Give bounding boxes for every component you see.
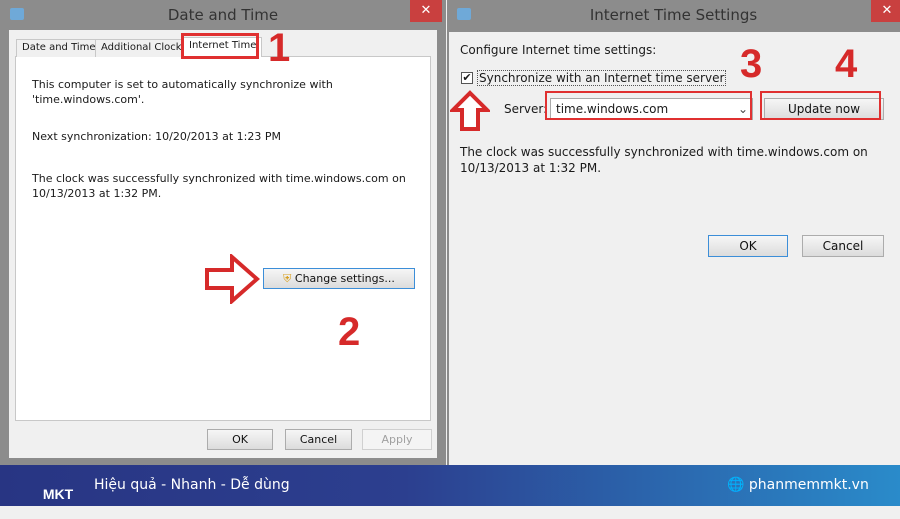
configure-label: Configure Internet time settings: (460, 43, 657, 57)
auto-sync-text: This computer is set to automatically sy… (32, 78, 333, 106)
close-button[interactable]: ✕ (410, 0, 442, 22)
window-title: Date and Time (167, 6, 279, 24)
window-title: Internet Time Settings (589, 6, 758, 24)
ok-button[interactable]: OK (708, 235, 788, 257)
arrow-right-icon (205, 254, 260, 304)
tab-additional-clocks[interactable]: Additional Clocks (95, 39, 193, 57)
step-4-label: 4 (835, 42, 858, 86)
sync-checkbox-label[interactable]: Synchronize with an Internet time server (477, 70, 727, 86)
step-2-label: 2 (338, 310, 361, 354)
mkt-logo: MKT (42, 486, 74, 502)
sync-checkbox[interactable]: ✔ (461, 72, 473, 84)
highlight-internet-time-tab (181, 33, 259, 59)
internet-time-settings-window: Internet Time Settings ✕ Configure Inter… (447, 0, 900, 465)
highlight-update-now (760, 91, 881, 120)
tab-date-and-time[interactable]: Date and Time (16, 39, 102, 57)
ok-button[interactable]: OK (207, 429, 273, 450)
cancel-button[interactable]: Cancel (285, 429, 352, 450)
cancel-button[interactable]: Cancel (802, 235, 884, 257)
server-label: Server: (504, 102, 548, 116)
next-sync-text: Next synchronization: 10/20/2013 at 1:23… (32, 130, 281, 143)
sync-status-text: The clock was successfully synchronized … (460, 145, 868, 175)
website-link[interactable]: 🌐 phanmemmkt.vn (727, 477, 869, 493)
change-settings-button[interactable]: ⛨ Change settings... (263, 268, 415, 289)
step-1-label: 1 (268, 26, 291, 70)
globe-icon: 🌐 (727, 477, 745, 493)
close-button[interactable]: ✕ (871, 0, 900, 22)
apply-button[interactable]: Apply (362, 429, 432, 450)
footer-banner: MKT Hiệu quả - Nhanh - Dễ dùng 🌐 phanmem… (0, 465, 900, 506)
tab-panel: This computer is set to automatically sy… (15, 56, 431, 421)
dialog-body: Date and Time Additional Clocks Internet… (9, 30, 437, 458)
shield-icon: ⛨ (283, 272, 292, 285)
sync-status-text: The clock was successfully synchronized … (32, 172, 406, 200)
slogan: Hiệu quả - Nhanh - Dễ dùng (94, 477, 290, 493)
date-and-time-window: Date and Time ✕ Date and Time Additional… (0, 0, 446, 465)
step-3-label: 3 (740, 42, 763, 86)
highlight-server (545, 91, 752, 120)
arrow-up-icon (450, 90, 490, 131)
